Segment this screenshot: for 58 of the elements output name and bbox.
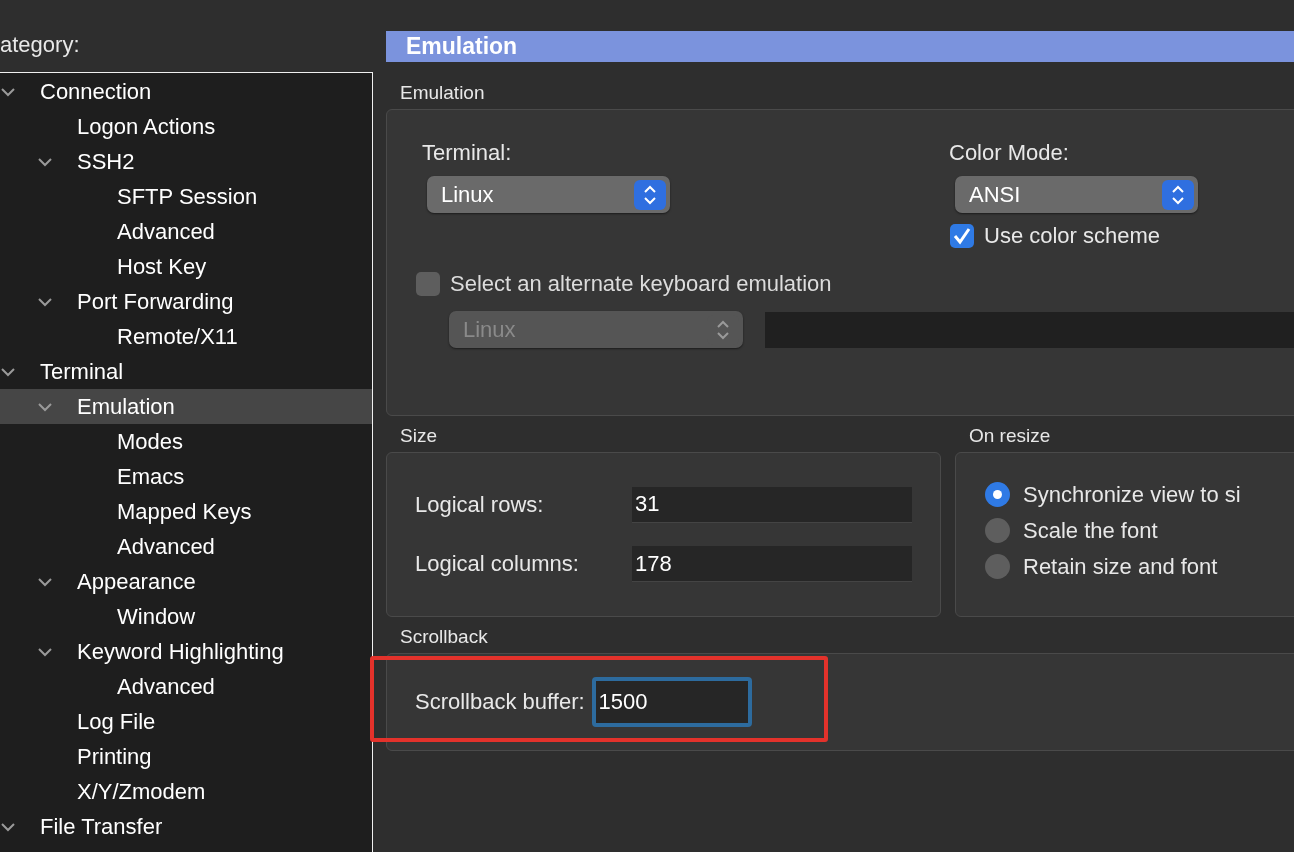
chevron-icon[interactable] <box>0 86 16 97</box>
tree-item[interactable]: SSH2 <box>0 144 372 179</box>
input-field[interactable]: 31 <box>632 486 912 523</box>
field-label: Terminal: <box>422 140 512 165</box>
field-label: Scrollback buffer: <box>415 689 585 715</box>
tree-item[interactable]: Log File <box>0 704 372 739</box>
tree-item[interactable]: Host Key <box>0 249 372 284</box>
group-title: Scrollback <box>400 626 488 647</box>
input-field[interactable]: 178 <box>632 546 912 583</box>
tree-item[interactable]: Logon Actions <box>0 109 372 144</box>
panel-title: Emulation <box>386 31 1294 62</box>
radio-button[interactable] <box>984 517 1011 544</box>
tree-item[interactable]: Port Forwarding <box>0 284 372 319</box>
tree-item[interactable]: File Transfer <box>0 809 372 844</box>
input-field[interactable]: 1500 <box>591 677 752 727</box>
tree-item[interactable]: Emulation <box>0 389 372 424</box>
checkbox-label: Use color scheme <box>984 223 1161 249</box>
radio-button[interactable] <box>984 481 1011 508</box>
checkbox-label: Select an alternate keyboard emulation <box>450 271 832 297</box>
chevron-icon[interactable] <box>37 296 53 307</box>
tree-item[interactable]: SFTP Session <box>0 179 372 214</box>
tree-item[interactable]: Advanced <box>0 214 372 249</box>
stepper-icon <box>634 179 666 210</box>
tree-item[interactable]: Advanced <box>0 529 372 564</box>
tree-item[interactable]: Modes <box>0 424 372 459</box>
tree-item[interactable]: Emacs <box>0 459 372 494</box>
tree-item[interactable]: Window <box>0 599 372 634</box>
chevron-icon[interactable] <box>0 821 16 832</box>
field-label: Color Mode: <box>949 140 1069 165</box>
tree-item[interactable]: Keyword Highlighting <box>0 634 372 669</box>
radio-label: Scale the font <box>1023 517 1158 544</box>
radio-label: Retain size and font <box>1023 553 1218 580</box>
radio-button[interactable] <box>984 553 1011 580</box>
checkbox[interactable] <box>415 271 441 297</box>
tree-item[interactable]: Remote/X11 <box>0 319 372 354</box>
field-label: Logical columns: <box>415 551 580 578</box>
chevron-icon[interactable] <box>37 646 53 657</box>
tree-item[interactable]: X/Y/Zmodem <box>0 774 372 809</box>
tree-item[interactable]: Appearance <box>0 564 372 599</box>
field-label: Logical rows: <box>415 491 545 518</box>
tree-item[interactable]: Printing <box>0 739 372 774</box>
group-title: On resize <box>969 425 1051 446</box>
category-label: ategory: <box>0 32 80 57</box>
group-title: Emulation <box>400 82 485 103</box>
tree-item[interactable]: Connection <box>0 74 372 109</box>
terminal-select[interactable]: Linux <box>427 176 670 213</box>
chevron-icon[interactable] <box>0 366 16 377</box>
stepper-icon <box>1162 179 1194 210</box>
color-mode-select[interactable]: ANSI <box>955 176 1198 213</box>
radio-label: Synchronize view to si <box>1023 481 1241 508</box>
tree-item[interactable]: Terminal <box>0 354 372 389</box>
chevron-icon[interactable] <box>37 156 53 167</box>
tree-item[interactable]: Mapped Keys <box>0 494 372 529</box>
group-title: Size <box>400 425 437 446</box>
chevron-icon[interactable] <box>37 576 53 587</box>
checkbox[interactable] <box>949 223 975 249</box>
chevron-icon[interactable] <box>37 401 53 412</box>
tree-item[interactable]: Advanced <box>0 669 372 704</box>
